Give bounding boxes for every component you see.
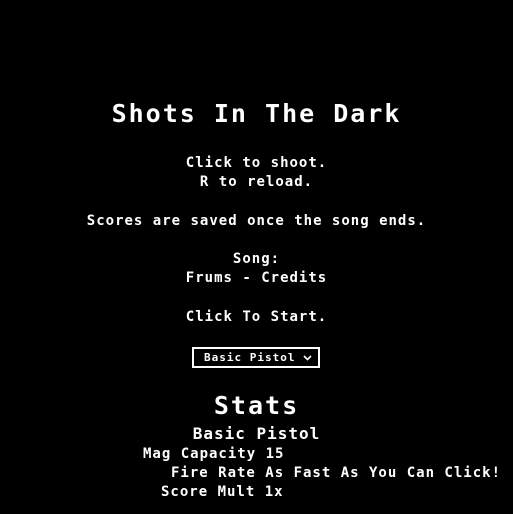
stat-fire-rate: Fire Rate As Fast As You Can Click! [171,465,502,481]
instruction-reload: R to reload. [199,174,314,190]
start-prompt[interactable]: Click To Start. [0,310,513,324]
stats-weapon-name: Basic Pistol [192,424,321,443]
stat-mag-capacity: Mag Capacity 15 [143,446,285,462]
song-name: Frums - Credits [185,270,328,286]
song-label: Song: [232,251,281,267]
game-title: Shots In The Dark [111,99,402,128]
chevron-down-icon [303,355,312,361]
stats-heading: Stats [213,391,300,420]
weapon-select-dropdown[interactable]: Basic Pistol [192,347,320,368]
instruction-shoot: Click to shoot. [185,155,328,171]
stat-score-mult: Score Mult 1x [161,484,284,500]
scores-note: Scores are saved once the song ends. [86,213,427,229]
game-screen[interactable]: Shots In The Dark Click to shoot. R to r… [0,0,513,514]
weapon-select-value: Basic Pistol [204,351,296,364]
